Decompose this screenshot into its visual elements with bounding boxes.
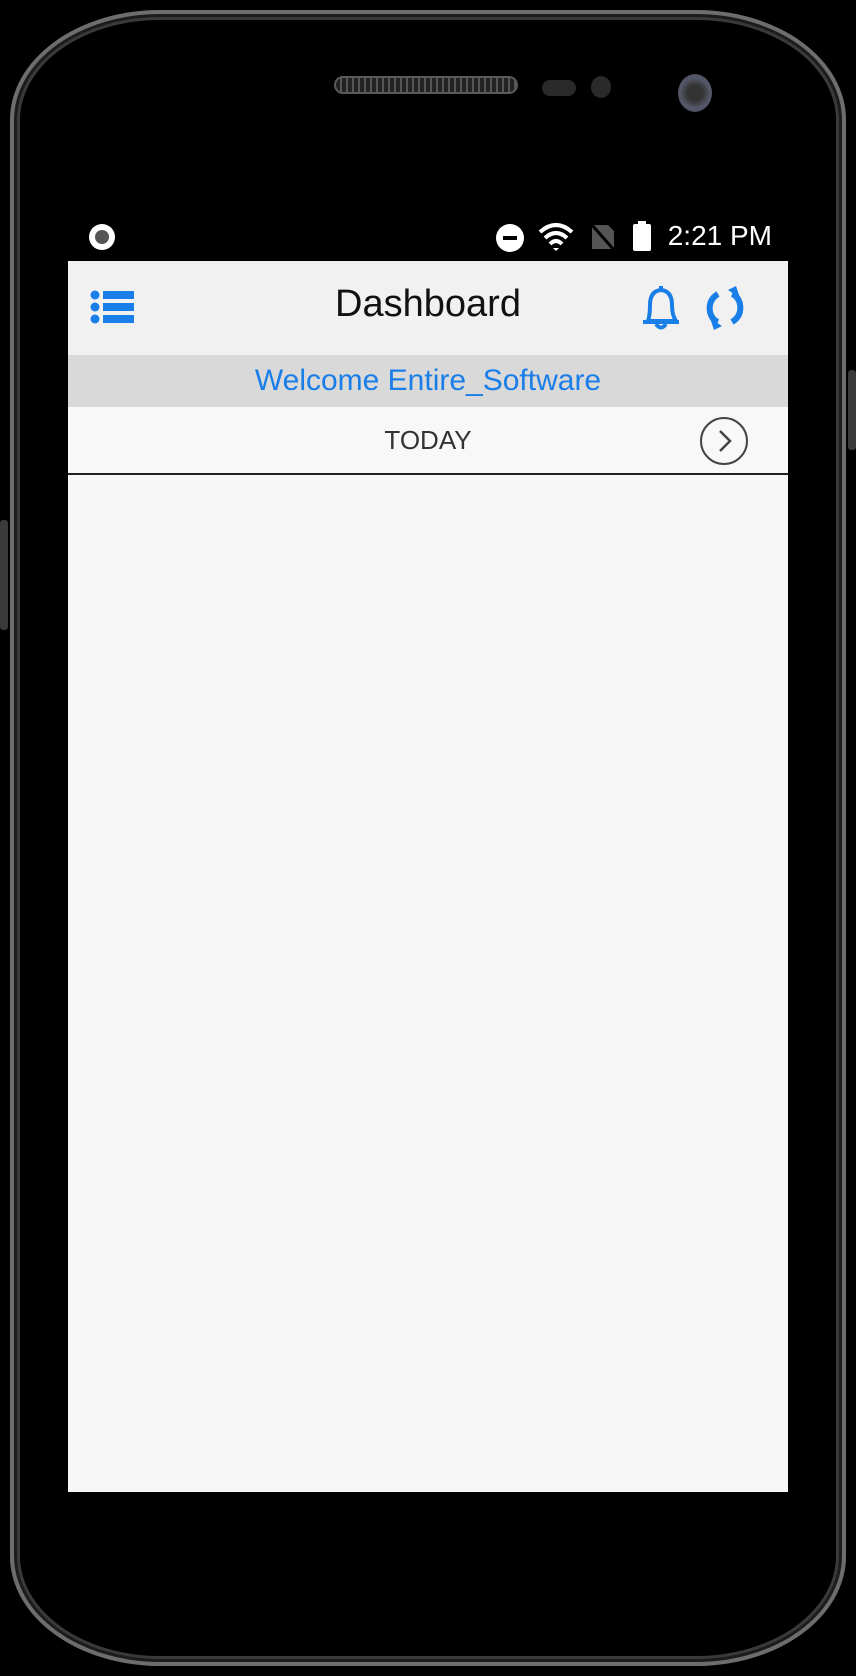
date-bar: TODAY <box>68 407 788 475</box>
bell-icon[interactable] <box>638 283 684 333</box>
next-date-button[interactable] <box>700 417 748 465</box>
status-bar: 2:21 PM <box>68 212 788 261</box>
wifi-icon <box>538 223 574 251</box>
app-bar: Dashboard <box>68 261 788 355</box>
do-not-disturb-icon <box>496 224 524 252</box>
app-screen: 2:21 PM Dashboard Welcome Entire_Softwar… <box>68 212 788 1492</box>
battery-icon <box>633 221 651 251</box>
proximity-sensor <box>542 80 576 96</box>
refresh-icon[interactable] <box>704 286 746 330</box>
status-time: 2:21 PM <box>667 220 772 251</box>
light-sensor <box>591 76 611 98</box>
earpiece-speaker <box>334 76 518 94</box>
volume-button <box>0 520 8 630</box>
recording-dot-icon <box>89 224 115 250</box>
power-button <box>848 370 856 450</box>
front-camera <box>678 74 712 112</box>
no-sim-icon <box>590 224 616 251</box>
date-label: TODAY <box>384 425 472 455</box>
welcome-banner: Welcome Entire_Software <box>68 355 788 407</box>
chevron-right-icon <box>719 430 732 452</box>
dashboard-cards <box>68 477 788 1277</box>
